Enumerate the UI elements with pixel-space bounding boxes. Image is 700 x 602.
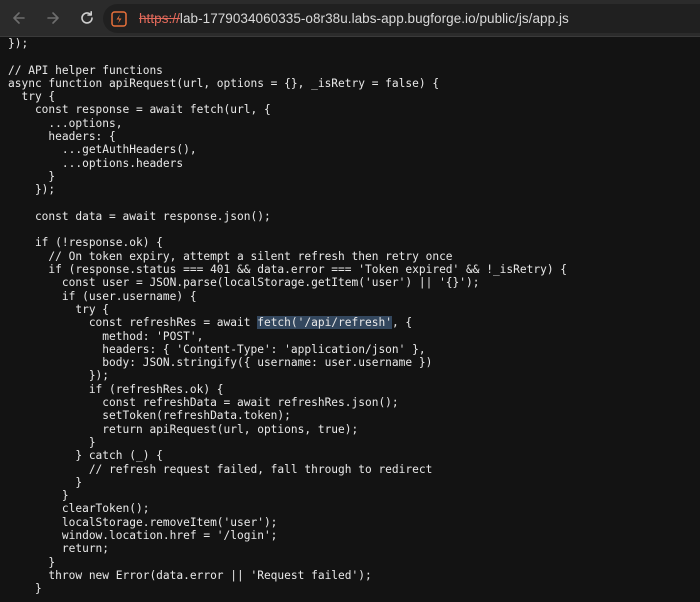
code-line: ...getAuthHeaders(), — [8, 143, 197, 157]
url-text[interactable]: https://lab-1779034060335-o8r38u.labs-ap… — [139, 11, 569, 26]
code-line: headers: { 'Content-Type': 'application/… — [8, 342, 426, 356]
code-line: try { — [8, 90, 56, 104]
source-view: }); // API helper functions async function… — [0, 37, 700, 602]
code-line: } — [8, 435, 96, 449]
code-line: if (!response.ok) { — [8, 236, 163, 250]
code-line: try { — [8, 302, 110, 316]
code-line: ...options, — [8, 116, 123, 130]
arrow-right-icon — [45, 10, 61, 26]
code-line: clearToken(); — [8, 502, 150, 516]
search-highlight: fetch('/api/refresh' — [257, 316, 392, 330]
code-line: return; — [8, 542, 110, 556]
code-line: // API helper functions — [8, 63, 163, 77]
url-scheme: https:// — [139, 11, 180, 26]
code-line: const refreshRes = await fetch('/api/ref… — [8, 316, 413, 330]
code-line: if (user.username) { — [8, 289, 197, 303]
code-line: } catch (_) { — [8, 449, 163, 463]
code-line: } — [8, 475, 83, 489]
code-line: localStorage.removeItem('user'); — [8, 515, 278, 529]
url-path: lab-1779034060335-o8r38u.labs-app.bugfor… — [179, 11, 569, 26]
browser-toolbar: https://lab-1779034060335-o8r38u.labs-ap… — [0, 0, 700, 37]
code-line: const data = await response.json(); — [8, 209, 271, 223]
site-info-icon[interactable] — [111, 10, 127, 27]
code-line: async function apiRequest(url, options =… — [8, 76, 440, 90]
code-line: return apiRequest(url, options, true); — [8, 422, 359, 436]
code-line: ...options.headers — [8, 156, 184, 170]
reload-icon — [79, 10, 95, 26]
code-line: }); — [8, 369, 110, 383]
code-line: throw new Error(data.error || 'Request f… — [8, 568, 372, 582]
code-line: // refresh request failed, fall through … — [8, 462, 433, 476]
code-line: body: JSON.stringify({ username: user.us… — [8, 356, 433, 370]
code-line: method: 'POST', — [8, 329, 204, 343]
code-line: const response = await fetch(url, { — [8, 103, 271, 117]
code-line: }); — [8, 183, 56, 197]
code-line: if (refreshRes.ok) { — [8, 382, 224, 396]
code-line: if (response.status === 401 && data.erro… — [8, 263, 568, 277]
code-line: // On token expiry, attempt a silent ref… — [8, 249, 453, 263]
code-line: } — [8, 489, 69, 503]
code-line: } — [8, 582, 42, 596]
code-line: const refreshData = await refreshRes.jso… — [8, 396, 399, 410]
code-line: window.location.href = '/login'; — [8, 528, 278, 542]
back-button[interactable] — [8, 7, 30, 29]
arrow-left-icon — [11, 10, 27, 26]
code-line: const user = JSON.parse(localStorage.get… — [8, 276, 480, 290]
code-line: }); — [8, 37, 29, 50]
address-bar[interactable]: https://lab-1779034060335-o8r38u.labs-ap… — [103, 4, 700, 33]
code-line: setToken(refreshData.token); — [8, 409, 291, 423]
code-line: } — [8, 555, 56, 569]
forward-button[interactable] — [42, 7, 64, 29]
reload-button[interactable] — [76, 7, 98, 29]
code-block: }); // API helper functions async function… — [0, 37, 700, 595]
code-line: } — [8, 169, 56, 183]
code-line: headers: { — [8, 130, 116, 144]
